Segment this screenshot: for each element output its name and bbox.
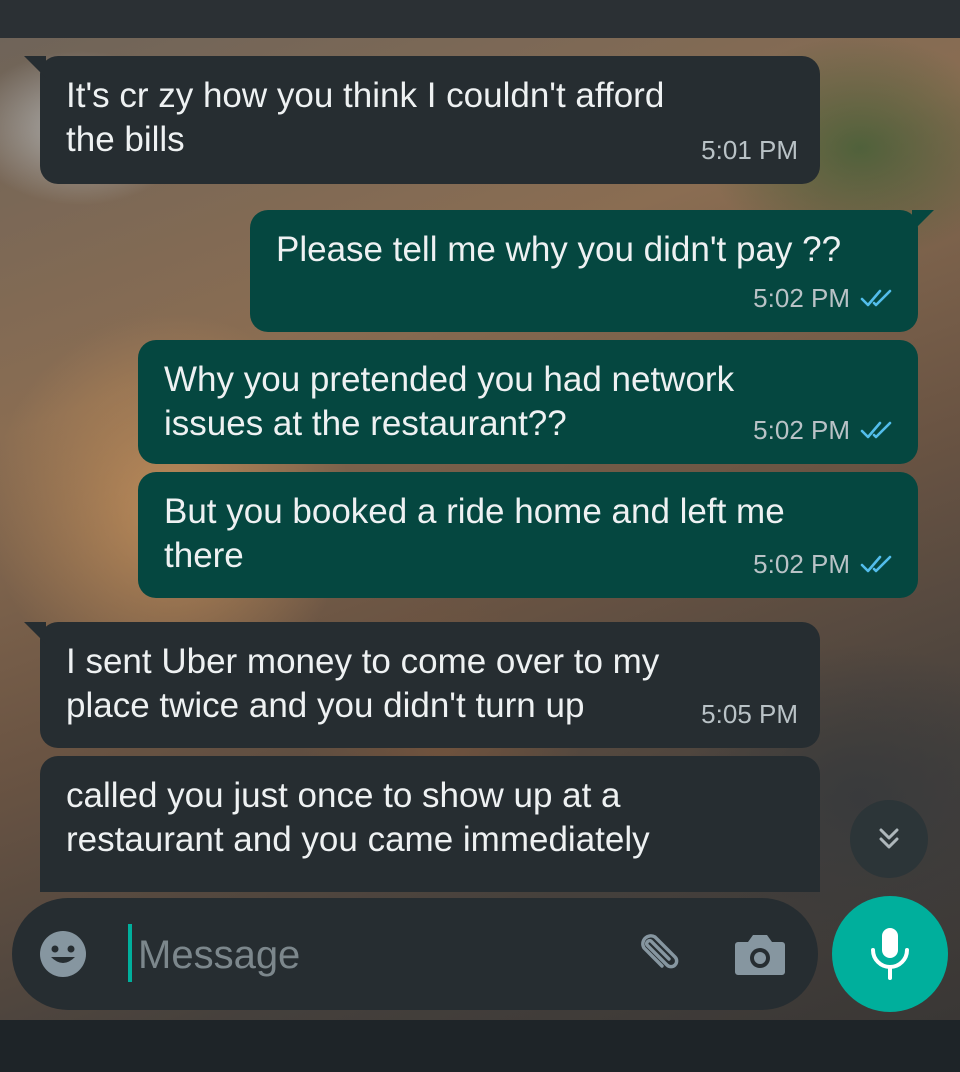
message-text: Why you pretended you had network issues… [164,360,735,443]
message-bubble-outgoing[interactable]: Please tell me why you didn't pay ?? 5:0… [250,210,934,332]
camera-button[interactable] [732,928,788,980]
emoji-icon [40,931,86,977]
message-time: 5:02 PM [753,283,850,313]
message-bubble-outgoing[interactable]: Why you pretended you had network issues… [138,340,918,464]
emoji-button[interactable] [38,929,88,979]
navigation-bar [0,1020,960,1072]
message-text: I sent Uber money to come over to my pla… [66,642,660,725]
text-cursor [128,924,132,982]
bubble-tail [24,622,46,644]
message-time: 5:02 PM [753,549,850,579]
message-bubble-outgoing[interactable]: But you booked a ride home and left me t… [138,472,918,598]
message-text: called you just once to show up at a res… [66,776,650,859]
bubble-tail [24,56,46,78]
double-chevron-down-icon [879,828,899,849]
message-bubble-incoming[interactable]: I sent Uber money to come over to my pla… [24,622,820,748]
message-bubble-incoming[interactable]: It's cr zy how you think I couldn't affo… [24,56,820,184]
read-receipt-icon [860,553,896,575]
message-time: 5:01 PM [701,135,798,165]
message-text: It's cr zy how you think I couldn't affo… [66,76,665,159]
message-input[interactable] [136,928,620,982]
message-time: 5:02 PM [753,415,850,445]
scroll-to-bottom-button[interactable] [850,800,928,878]
read-receipt-icon [860,419,896,441]
attach-button[interactable] [626,926,684,984]
camera-icon [735,935,785,975]
message-bubble-incoming[interactable]: called you just once to show up at a res… [40,756,820,892]
attach-icon [641,934,679,969]
message-time: 5:05 PM [701,699,798,729]
read-receipt-icon [860,287,896,309]
message-composer [12,898,818,1010]
voice-record-button[interactable] [832,896,948,1012]
status-bar [0,0,960,38]
mic-icon [871,928,909,980]
message-text: Please tell me why you didn't pay ?? [276,230,842,269]
message-text: But you booked a ride home and left me t… [164,492,785,575]
bubble-tail [912,210,934,232]
